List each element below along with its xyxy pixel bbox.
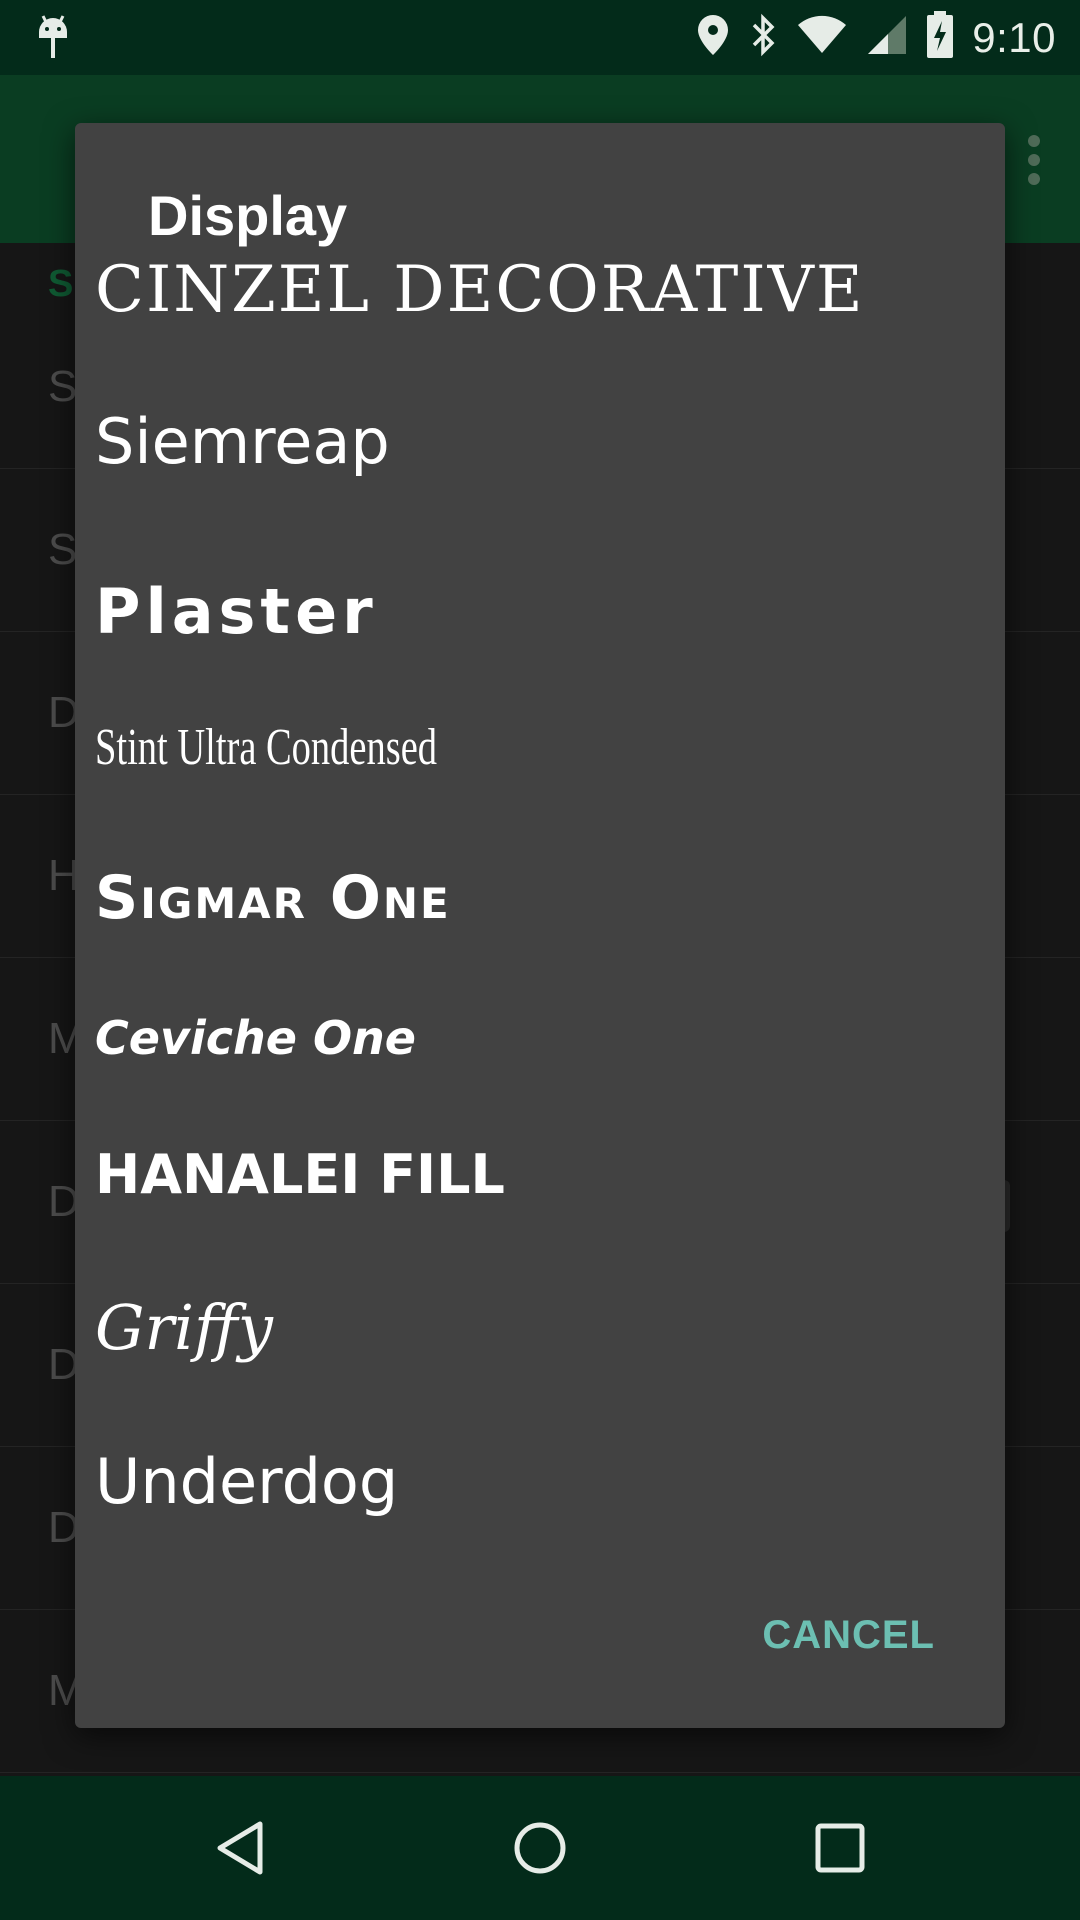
font-option-plaster[interactable]: Plaster <box>95 575 975 665</box>
status-icons: 9:10 <box>696 0 1056 75</box>
location-icon <box>696 13 730 62</box>
font-option-stint-ultra-condensed[interactable]: Stint Ultra Condensed <box>95 718 746 788</box>
home-icon[interactable] <box>512 1820 568 1876</box>
navigation-bar <box>0 1776 1080 1920</box>
font-picker-dialog: Display CINZEL DECORATIVE Siemreap Plast… <box>75 123 1005 1728</box>
recents-icon[interactable] <box>812 1820 868 1876</box>
battery-charging-icon <box>926 11 954 64</box>
overflow-menu-icon[interactable] <box>1028 135 1040 185</box>
android-icon <box>36 14 70 67</box>
bluetooth-icon <box>748 13 778 62</box>
cell-signal-icon <box>866 14 908 61</box>
font-option-griffy[interactable]: Griffy <box>95 1291 975 1381</box>
dialog-actions: CANCEL <box>762 1613 935 1658</box>
font-option-ceviche-one[interactable]: Ceviche One <box>95 1011 975 1081</box>
status-time: 9:10 <box>972 13 1056 61</box>
font-option-underdog[interactable]: Underdog <box>95 1445 975 1533</box>
font-option-sigmar-one[interactable]: Sigmar One <box>95 863 975 943</box>
cancel-button[interactable]: CANCEL <box>762 1613 935 1658</box>
font-option-cinzel-decorative[interactable]: CINZEL DECORATIVE <box>95 253 975 343</box>
back-icon[interactable] <box>212 1820 268 1876</box>
font-option-siemreap[interactable]: Siemreap <box>95 405 975 495</box>
wifi-icon <box>796 15 848 60</box>
font-list[interactable]: CINZEL DECORATIVE Siemreap Plaster Stint… <box>75 123 1005 1533</box>
background-section-header: S <box>48 263 74 305</box>
status-bar: 9:10 <box>0 0 1080 75</box>
font-option-hanalei-fill[interactable]: HANALEI FILL <box>95 1143 975 1223</box>
